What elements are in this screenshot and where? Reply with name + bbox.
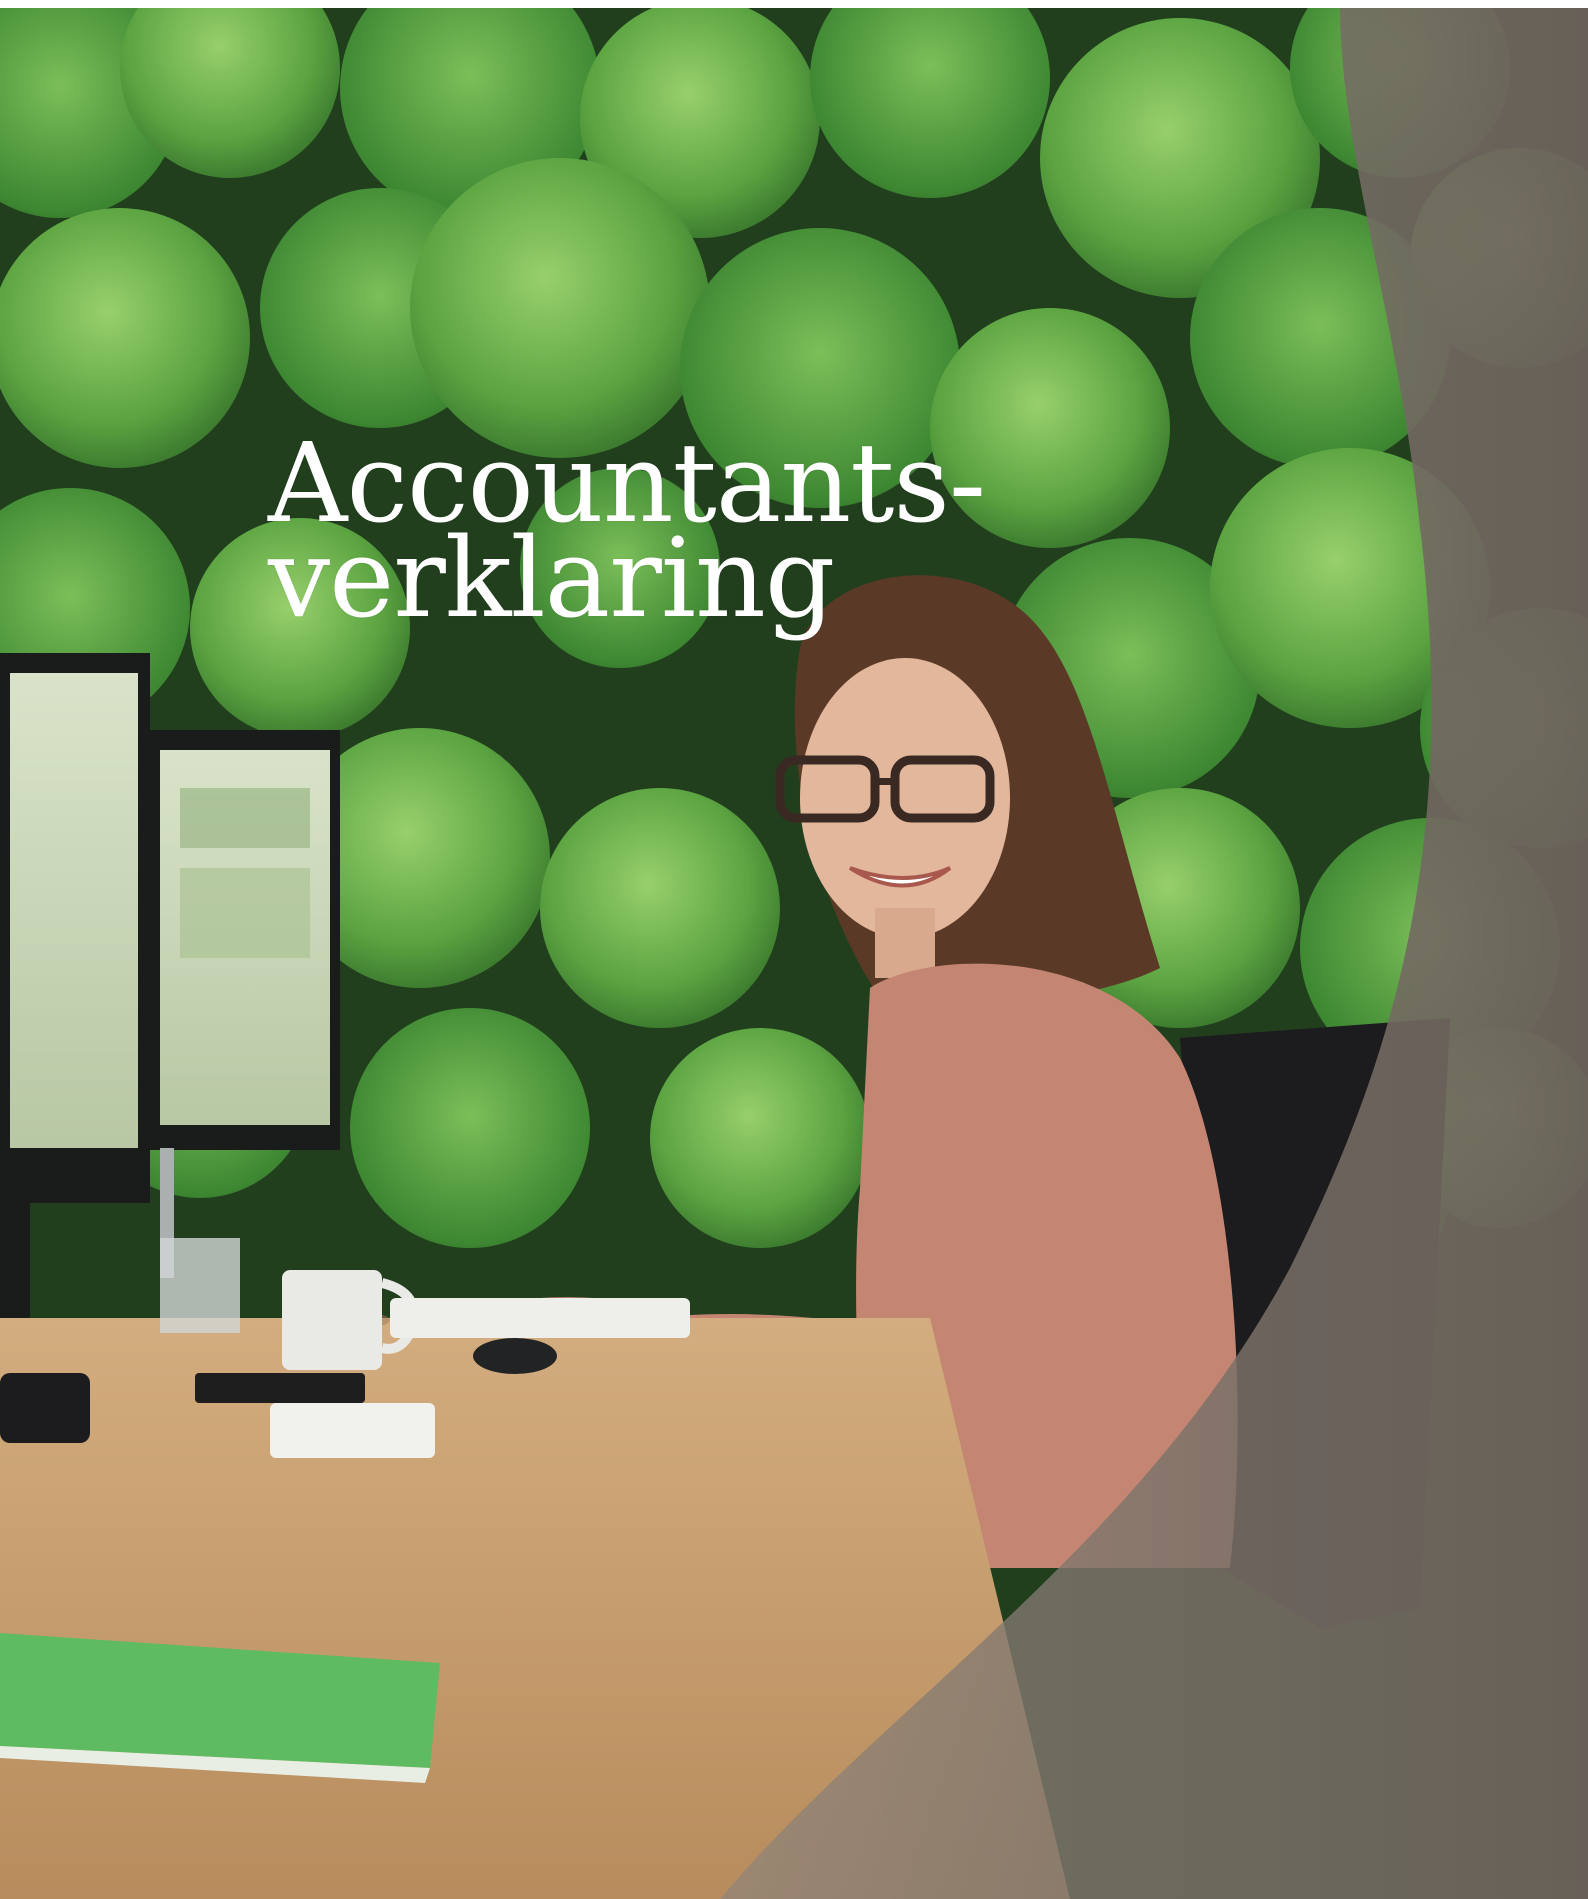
cover-photo: [0, 8, 1588, 1899]
office-photo-illustration: [0, 8, 1588, 1899]
page: Accountants- verklaring: [0, 0, 1588, 1899]
page-title: Accountants- verklaring: [268, 428, 986, 632]
